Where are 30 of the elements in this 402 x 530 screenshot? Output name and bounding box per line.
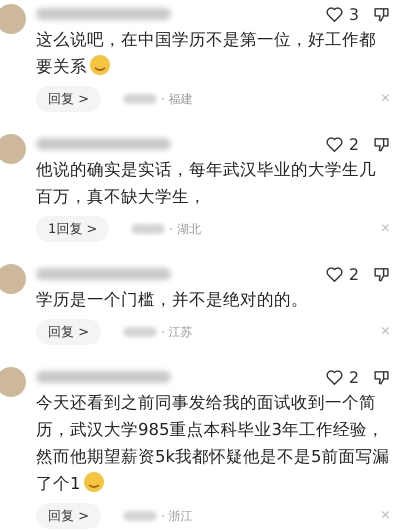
location-text: · 浙江 (161, 508, 193, 524)
reply-button[interactable]: 回复 > (36, 503, 102, 529)
location-text: · 福建 (161, 90, 193, 108)
thumbs-down-icon[interactable] (373, 136, 390, 152)
heart-icon (326, 6, 343, 22)
heart-icon (326, 136, 343, 152)
heart-icon (326, 370, 343, 384)
blurred-date (123, 94, 158, 104)
location-text: · 江苏 (161, 324, 193, 340)
reply-button[interactable]: 1回复 > (36, 216, 110, 242)
like-button[interactable]: 2 (326, 264, 359, 284)
blurred-date (123, 511, 158, 521)
blurred-date (131, 224, 166, 234)
like-button[interactable]: 2 (326, 134, 359, 154)
location-text: · 湖北 (169, 220, 201, 238)
thumbs-down-icon[interactable] (373, 368, 390, 386)
emoji-icon (89, 54, 111, 76)
reply-button[interactable]: 回复 > (36, 319, 102, 345)
reply-button[interactable]: 回复 > (36, 86, 102, 112)
blurred-date (123, 327, 158, 337)
thumbs-down-icon[interactable] (373, 6, 390, 22)
heart-icon (326, 266, 343, 282)
like-button[interactable]: 3 (326, 4, 359, 24)
like-button[interactable]: 2 (326, 368, 359, 386)
thumbs-down-icon[interactable] (373, 266, 390, 282)
comment-text: 他说的确实是实话，每年武汉毕业的大学生几百万，真不缺大学生， (36, 159, 377, 208)
comment-text: 学历是一个门槛，并不是绝对的的。 (36, 289, 309, 311)
comment-text: 今天还看到之前同事发给我的面试收到一个简历，武汉大学985重点本科毕业3年工作经验，然而他期望薪资5k我都怀疑他是不是5前面写漏了个1 (36, 392, 390, 495)
comment-text: 这么说吧，在中国学历不是第一位，好工作都要关系 (36, 29, 377, 78)
emoji-icon (82, 471, 104, 493)
